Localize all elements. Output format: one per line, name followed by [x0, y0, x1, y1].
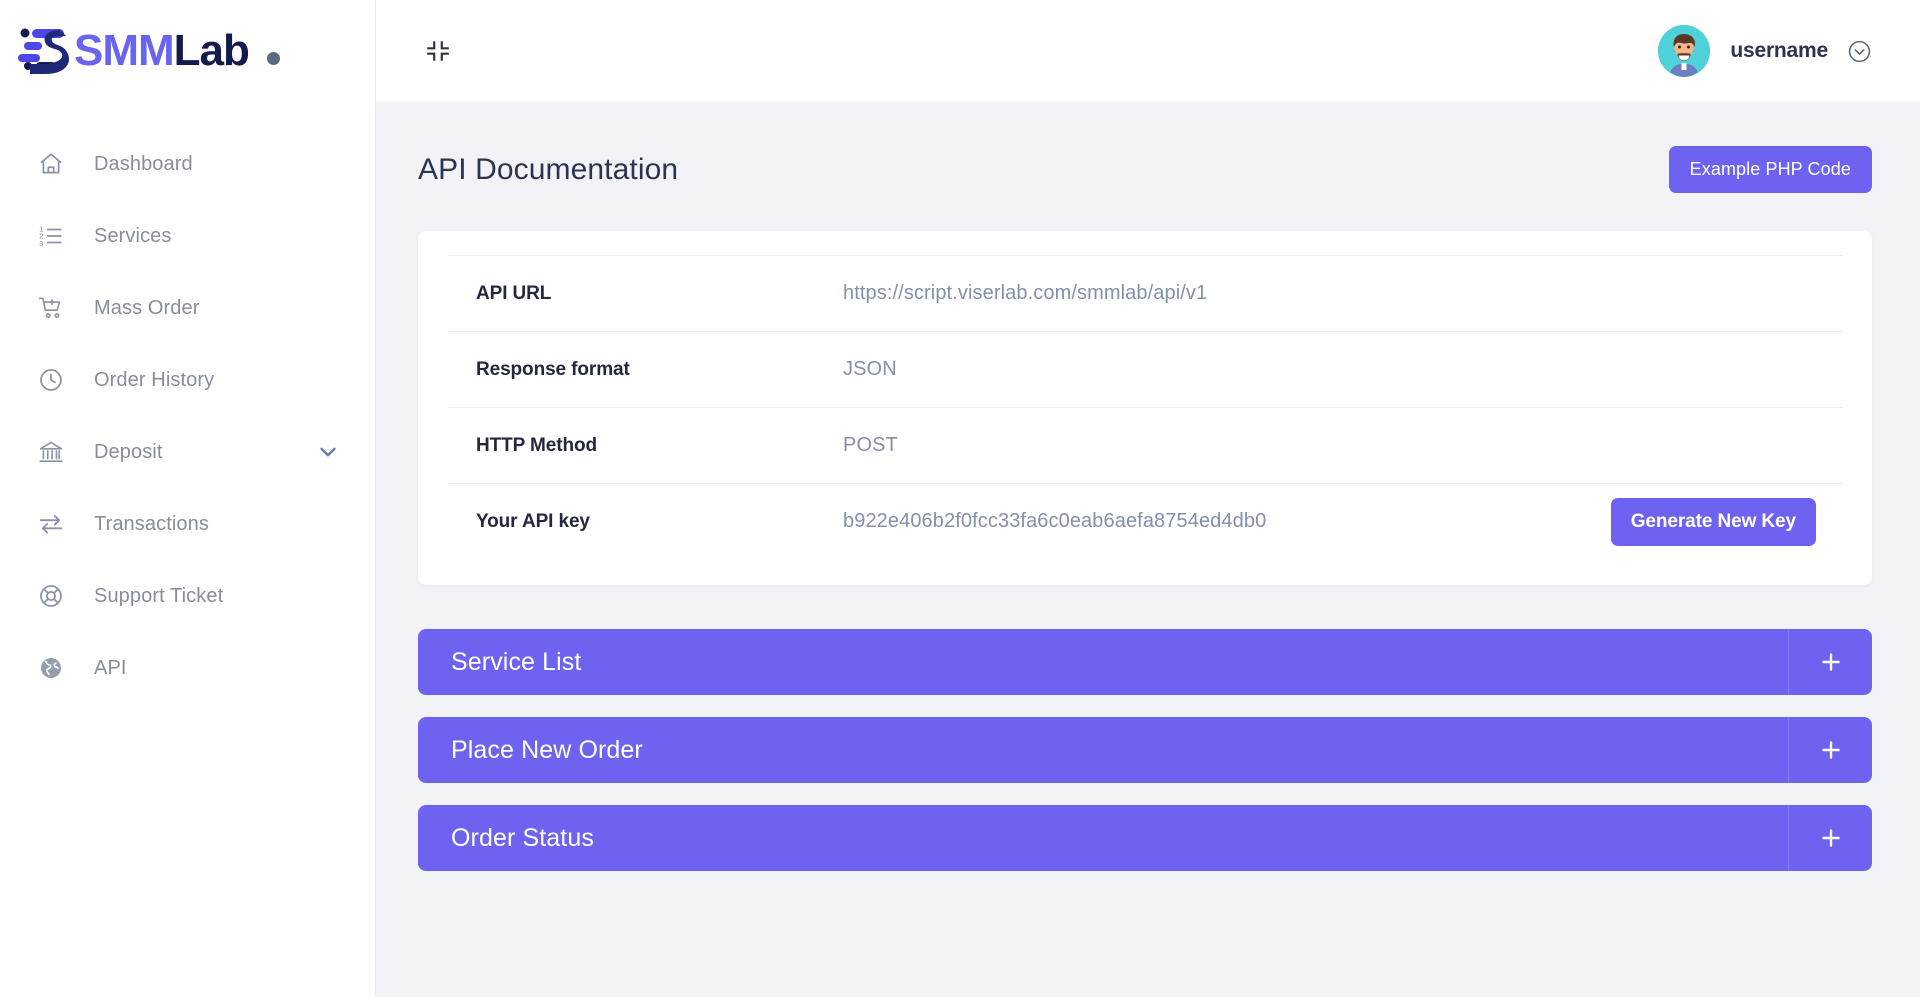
sidebar: SMMLab Dashboard 1 2 3 Services Mass Ord…: [0, 0, 376, 997]
page-content: API Documentation Example PHP Code API U…: [376, 102, 1920, 997]
sidebar-item-label: Order History: [94, 368, 215, 391]
api-accordion: Service List Place New Order Order Statu…: [418, 629, 1872, 871]
svg-text:3: 3: [39, 239, 43, 248]
plus-icon[interactable]: [1788, 805, 1872, 871]
sidebar-item-label: Support Ticket: [94, 584, 224, 607]
plus-icon[interactable]: [1788, 717, 1872, 783]
row-label: Your API key: [476, 510, 590, 532]
avatar: [1658, 25, 1711, 77]
user-menu[interactable]: username: [1658, 25, 1872, 77]
table-row: Response format JSON: [448, 331, 1842, 407]
brand-wordmark: SMMLab: [74, 26, 250, 75]
compress-icon[interactable]: [418, 31, 458, 71]
accordion-item-service-list[interactable]: Service List: [418, 629, 1872, 695]
row-value-api-key: b922e406b2f0fcc33fa6c0eab6aefa8754ed4db0: [843, 510, 1267, 532]
cart-plus-icon: [36, 293, 66, 323]
row-label: API URL: [476, 282, 552, 304]
life-ring-icon: [36, 581, 66, 611]
sidebar-item-label: Deposit: [94, 440, 163, 463]
sidebar-item-label: Dashboard: [94, 152, 193, 175]
table-row: Your API key b922e406b2f0fcc33fa6c0eab6a…: [448, 483, 1842, 559]
home-icon: [36, 149, 66, 179]
accordion-title: Service List: [451, 647, 582, 676]
bank-icon: [36, 437, 66, 467]
accordion-title: Order Status: [451, 823, 594, 852]
sidebar-item-mass-order[interactable]: Mass Order: [0, 284, 375, 332]
table-row: HTTP Method POST: [448, 407, 1842, 483]
brand-logo[interactable]: SMMLab: [0, 0, 375, 102]
username-label: username: [1730, 39, 1828, 62]
page-header: API Documentation Example PHP Code: [418, 146, 1872, 193]
sidebar-item-deposit[interactable]: Deposit: [0, 428, 375, 476]
chevron-down-icon[interactable]: [317, 441, 339, 463]
sidebar-item-support-ticket[interactable]: Support Ticket: [0, 572, 375, 620]
sidebar-item-order-history[interactable]: Order History: [0, 356, 375, 404]
accordion-title: Place New Order: [451, 735, 643, 764]
exchange-arrows-icon: [36, 509, 66, 539]
api-info-card: API URL https://script.viserlab.com/smml…: [418, 231, 1872, 585]
page-title: API Documentation: [418, 152, 679, 186]
plus-icon[interactable]: [1788, 629, 1872, 695]
brand-name-part2: Lab: [173, 26, 250, 75]
table-row: API URL https://script.viserlab.com/smml…: [448, 255, 1842, 331]
clock-icon: [36, 365, 66, 395]
generate-new-key-button[interactable]: Generate New Key: [1610, 497, 1816, 546]
sidebar-item-services[interactable]: 1 2 3 Services: [0, 212, 375, 260]
app-root: SMMLab Dashboard 1 2 3 Services Mass Ord…: [0, 0, 1920, 997]
accordion-item-order-status[interactable]: Order Status: [418, 805, 1872, 871]
sidebar-item-label: API: [94, 656, 127, 679]
row-value-response-format: JSON: [843, 358, 897, 380]
sidebar-nav: Dashboard 1 2 3 Services Mass Order Orde…: [0, 102, 375, 692]
sidebar-item-transactions[interactable]: Transactions: [0, 500, 375, 548]
accordion-item-place-new-order[interactable]: Place New Order: [418, 717, 1872, 783]
globe-icon: [36, 653, 66, 683]
smmlab-logo-mark-icon: [16, 24, 72, 78]
row-action: Generate New Key: [1610, 497, 1842, 546]
sidebar-item-label: Transactions: [94, 512, 209, 535]
sidebar-item-label: Mass Order: [94, 296, 200, 319]
sidebar-item-label: Services: [94, 224, 172, 247]
row-value-http-method: POST: [843, 434, 898, 456]
row-label: Response format: [476, 358, 630, 380]
sidebar-item-api[interactable]: API: [0, 644, 375, 692]
row-value-api-url: https://script.viserlab.com/smmlab/api/v…: [843, 282, 1208, 304]
chevron-down-circle-icon[interactable]: [1846, 38, 1872, 64]
sidebar-item-dashboard[interactable]: Dashboard: [0, 140, 375, 188]
brand-name-part1: SMM: [74, 26, 175, 75]
list-ol-icon: 1 2 3: [36, 221, 66, 251]
main-area: username API Documentation Example PHP C…: [376, 0, 1920, 997]
example-php-code-button[interactable]: Example PHP Code: [1668, 146, 1872, 193]
brand-dot-icon: [266, 51, 280, 65]
row-label: HTTP Method: [476, 434, 597, 456]
topbar: username: [376, 0, 1920, 102]
